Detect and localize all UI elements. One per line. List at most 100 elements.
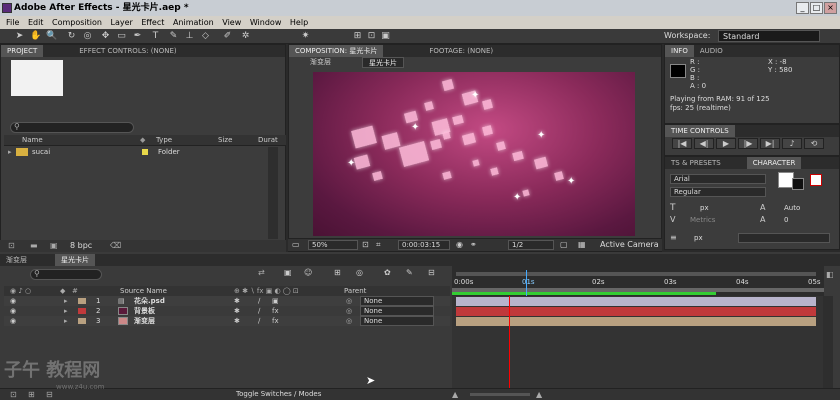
- layer-switches-icon[interactable]: ⊡: [10, 390, 17, 399]
- layer-switch-icon[interactable]: ✱: [234, 316, 240, 326]
- clone-stamp-tool-icon[interactable]: ⊥: [184, 31, 195, 42]
- first-frame-button[interactable]: |◀: [672, 138, 692, 149]
- axis-view-icon[interactable]: ▣: [380, 31, 391, 42]
- zoom-out-icon[interactable]: ▲: [452, 390, 458, 399]
- region-of-interest-icon[interactable]: ▢: [560, 240, 568, 249]
- breadcrumb-item[interactable]: 渐变层: [306, 57, 335, 68]
- menu-effect[interactable]: Effect: [141, 18, 164, 27]
- kerning-value[interactable]: Metrics: [690, 216, 715, 224]
- puppet-tool-icon[interactable]: ✲: [240, 31, 251, 42]
- timeline-zoom-slider[interactable]: [470, 393, 530, 396]
- frame-blending-icon[interactable]: ⊞: [334, 268, 341, 277]
- quality-switch-icon[interactable]: ▣: [272, 296, 279, 306]
- layer-name[interactable]: 背景板: [134, 306, 155, 316]
- toggle-switches-modes-button[interactable]: Toggle Switches / Modes: [236, 390, 321, 398]
- hand-tool-icon[interactable]: ✋: [30, 31, 41, 42]
- loop-button[interactable]: ⟲: [804, 138, 824, 149]
- resolution-select[interactable]: 1/2: [508, 240, 554, 250]
- close-button[interactable]: ×: [824, 2, 837, 14]
- axis-local-icon[interactable]: ⊞: [352, 31, 363, 42]
- show-channel-icon[interactable]: ⚭: [470, 240, 477, 249]
- time-cursor-head[interactable]: [526, 270, 527, 296]
- camera-select[interactable]: Active Camera: [600, 240, 659, 249]
- timeline-search-input[interactable]: [30, 269, 102, 280]
- pickwhip-icon[interactable]: ◎: [346, 306, 352, 316]
- leading-value[interactable]: Auto: [784, 204, 800, 212]
- pen-tool-icon[interactable]: ✒: [132, 31, 143, 42]
- label-color-swatch[interactable]: [78, 298, 86, 304]
- delete-icon[interactable]: ⌫: [110, 241, 121, 250]
- eraser-tool-icon[interactable]: ◇: [200, 31, 211, 42]
- visibility-eye-icon[interactable]: ◉: [10, 306, 16, 316]
- brush-tool-icon[interactable]: ✎: [168, 31, 179, 42]
- collapse-switch-icon[interactable]: ∕: [258, 296, 260, 306]
- project-scrollbar[interactable]: [268, 147, 278, 239]
- tab-effect-controls[interactable]: EFFECT CONTROLS: (none): [73, 45, 182, 57]
- fx-switch-icon[interactable]: fx: [272, 316, 279, 326]
- transparency-grid-icon[interactable]: ▦: [578, 240, 586, 249]
- pan-behind-tool-icon[interactable]: ✥: [100, 31, 111, 42]
- breadcrumb-item[interactable]: 星光卡片: [362, 57, 404, 68]
- layer-duration-bar[interactable]: [456, 307, 816, 316]
- tracking-value[interactable]: 0: [784, 216, 788, 224]
- zoom-select[interactable]: 50%: [308, 240, 358, 250]
- tab-composition[interactable]: COMPOSITION: 星光卡片: [289, 45, 384, 57]
- menu-view[interactable]: View: [222, 18, 241, 27]
- collapse-switch-icon[interactable]: ∕: [258, 316, 260, 326]
- table-row[interactable]: ◉ ▸ 2 背景板 ✱ ∕ fx ◎ None: [4, 306, 450, 316]
- time-ruler[interactable]: 0:00s 01s 02s 03s 04s 05s: [452, 266, 824, 296]
- label-color-swatch[interactable]: [78, 308, 86, 314]
- type-tool-icon[interactable]: T: [150, 31, 161, 42]
- auto-keyframe-icon[interactable]: ⊟: [428, 268, 435, 277]
- current-time-display[interactable]: 0:00:03:15: [398, 240, 450, 250]
- parent-select[interactable]: None: [360, 316, 434, 326]
- comp-button-icon[interactable]: ◧: [826, 270, 834, 279]
- current-time-indicator[interactable]: [509, 296, 510, 390]
- collapse-switch-icon[interactable]: ∕: [258, 306, 260, 316]
- play-button[interactable]: ▶: [716, 138, 736, 149]
- in-out-icon[interactable]: ⊟: [46, 390, 53, 399]
- tab-timeline-gradient[interactable]: 渐变层: [0, 254, 33, 266]
- transfer-controls-icon[interactable]: ⊞: [28, 390, 35, 399]
- menu-composition[interactable]: Composition: [52, 18, 102, 27]
- expand-triangle-icon[interactable]: ▸: [64, 296, 68, 306]
- menu-window[interactable]: Window: [250, 18, 282, 27]
- layer-switch-icon[interactable]: ✱: [234, 296, 240, 306]
- tab-footage[interactable]: FOOTAGE: (none): [423, 45, 499, 57]
- tab-audio[interactable]: AUDIO: [694, 45, 729, 57]
- work-area-bar[interactable]: [456, 272, 816, 276]
- project-search-input[interactable]: [10, 122, 134, 133]
- safe-zones-icon[interactable]: ⊡: [362, 240, 369, 249]
- graph-editor-icon[interactable]: ✎: [406, 268, 413, 277]
- expand-triangle-icon[interactable]: ▸: [64, 316, 68, 326]
- timeline-scrollbar[interactable]: [823, 296, 833, 390]
- menu-help[interactable]: Help: [290, 18, 308, 27]
- menu-layer[interactable]: Layer: [111, 18, 133, 27]
- stroke-color-swatch[interactable]: [792, 178, 804, 190]
- no-fill-swatch[interactable]: [810, 174, 822, 186]
- interpret-footage-icon[interactable]: ⊡: [8, 241, 15, 250]
- puppet-pin-tool-icon[interactable]: ✷: [300, 31, 311, 42]
- fx-switch-icon[interactable]: fx: [272, 306, 279, 316]
- pickwhip-icon[interactable]: ◎: [346, 316, 352, 326]
- col-type[interactable]: Type: [156, 135, 172, 146]
- col-duration[interactable]: Durat: [258, 135, 278, 146]
- comp-mini-flowchart-icon[interactable]: ⇄: [258, 268, 265, 277]
- visibility-eye-icon[interactable]: ◉: [10, 296, 16, 306]
- col-name[interactable]: Name: [22, 135, 43, 146]
- layer-duration-bar[interactable]: [456, 317, 816, 326]
- parent-select[interactable]: None: [360, 306, 434, 316]
- font-style-select[interactable]: Regular: [670, 187, 766, 197]
- expand-triangle-icon[interactable]: ▸: [64, 306, 68, 316]
- tab-timeline-starcard[interactable]: 星光卡片: [55, 254, 95, 266]
- font-size-unit[interactable]: px: [700, 204, 709, 212]
- font-family-select[interactable]: Arial: [670, 174, 766, 184]
- visibility-eye-icon[interactable]: ◉: [10, 316, 16, 326]
- stroke-width-unit[interactable]: px: [694, 234, 703, 242]
- layer-switch-icon[interactable]: ✱: [234, 306, 240, 316]
- draft-3d-icon[interactable]: ▣: [284, 268, 292, 277]
- axis-world-icon[interactable]: ⊡: [366, 31, 377, 42]
- new-folder-icon[interactable]: ▬: [30, 241, 38, 250]
- motion-blur-icon[interactable]: ◎: [356, 268, 363, 277]
- zoom-tool-icon[interactable]: 🔍: [46, 31, 57, 42]
